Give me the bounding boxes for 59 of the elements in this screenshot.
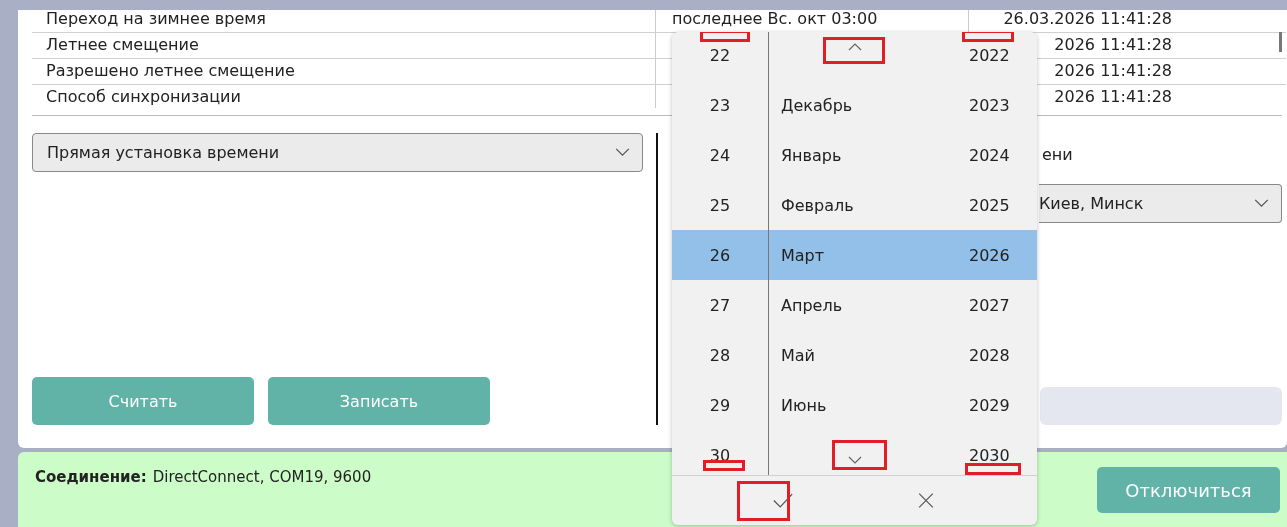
month-value: Март [781, 245, 825, 265]
table-cell-text: 2026 11:41:28 [1054, 60, 1172, 82]
month-value: Февраль [781, 195, 854, 215]
picker-row[interactable]: 23 Декабрь 2023 [672, 80, 1037, 130]
chevron-down-icon[interactable] [847, 455, 863, 465]
table-cell-text: Способ синхронизации [45, 86, 242, 108]
highlight-frame [832, 440, 887, 470]
highlight-frame [737, 481, 790, 521]
day-value: 24 [708, 145, 732, 165]
picker-row[interactable]: 22 2022 [672, 32, 1037, 80]
picker-row[interactable]: 25 Февраль 2025 [672, 180, 1037, 230]
highlight-frame [965, 463, 1021, 475]
day-value: 25 [708, 195, 732, 215]
checkmark-icon[interactable] [772, 492, 795, 509]
table-cell-text: Разрешено летнее смещение [45, 60, 296, 82]
connection-label: Соединение: [35, 468, 147, 486]
connection-value: DirectConnect, COM19, 9600 [152, 468, 372, 486]
day-value: 22 [708, 45, 732, 65]
month-value: Декабрь [781, 95, 853, 115]
year-value: 2029 [969, 395, 1011, 415]
day-value: 28 [708, 345, 732, 365]
highlight-frame [823, 37, 885, 64]
picker-row[interactable]: 28 Май 2028 [672, 330, 1037, 380]
field-label: ени [1042, 145, 1073, 164]
table-cell-text: 2026 11:41:28 [1054, 34, 1172, 56]
picker-row[interactable]: 24 Январь 2024 [672, 130, 1037, 180]
month-value: Январь [781, 145, 842, 165]
highlight-frame [700, 32, 750, 42]
table-cell-text: Переход на зимнее время [45, 10, 267, 30]
chevron-down-icon [615, 148, 630, 157]
month-value: Июнь [781, 395, 827, 415]
chevron-down-icon [1254, 199, 1269, 208]
chevron-up-icon[interactable] [847, 42, 863, 52]
year-value: 2027 [969, 295, 1011, 315]
year-value: 2022 [969, 45, 1011, 65]
year-value: 2025 [969, 195, 1011, 215]
year-value: 2023 [969, 95, 1011, 115]
timezone-dropdown[interactable]: Киев, Минск [1039, 184, 1282, 223]
year-value: 2028 [969, 345, 1011, 365]
month-value: Апрель [781, 295, 843, 315]
year-value: 2030 [969, 445, 1011, 465]
day-value: 26 [708, 245, 732, 265]
picker-row[interactable]: 29 Июнь 2029 [672, 380, 1037, 430]
picker-row[interactable]: 26 Март 2026 [672, 230, 1037, 280]
day-value: 29 [708, 395, 732, 415]
highlight-frame [703, 460, 745, 471]
day-value: 23 [708, 95, 732, 115]
month-value: Май [781, 345, 815, 365]
mode-dropdown[interactable]: Прямая установка времени [32, 133, 643, 172]
table-cell-text: 2026 11:41:28 [1054, 86, 1172, 108]
scrollbar[interactable] [1279, 32, 1282, 52]
year-value: 2026 [969, 245, 1011, 265]
highlight-frame [962, 32, 1014, 42]
table-cell-text: 26.03.2026 11:41:28 [1003, 10, 1172, 30]
table-cell-text: Летнее смещение [45, 34, 200, 56]
year-value: 2024 [969, 145, 1011, 165]
table-cell: последнее Вс. окт 03:00 [672, 10, 878, 28]
picker-row[interactable]: 27 Апрель 2027 [672, 280, 1037, 330]
day-value: 27 [708, 295, 732, 315]
